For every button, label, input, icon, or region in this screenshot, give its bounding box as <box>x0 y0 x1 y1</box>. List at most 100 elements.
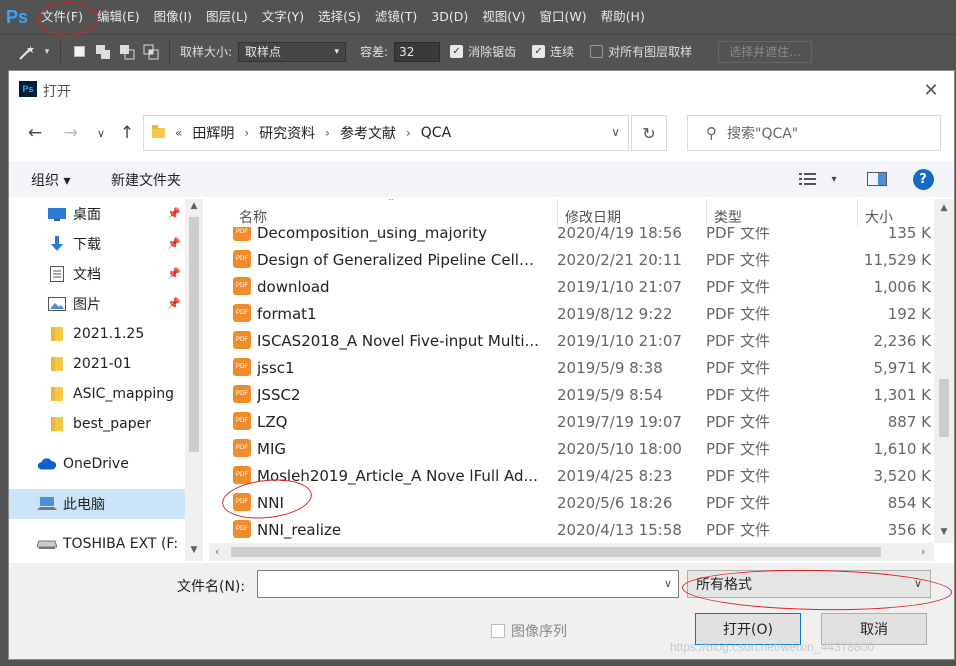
file-type: PDF 文件 <box>706 413 770 431</box>
image-sequence-checkbox[interactable]: 图像序列 <box>491 621 567 641</box>
menu-layer[interactable]: 图层(L) <box>199 0 255 34</box>
breadcrumb-item[interactable]: 田辉明 <box>192 123 234 143</box>
scroll-thumb[interactable] <box>939 379 949 437</box>
file-row[interactable]: PDF download 2019/1/10 21:07 PDF 文件 1,00… <box>209 273 934 300</box>
forward-arrow-icon[interactable]: → <box>59 121 83 145</box>
file-list-vertical-scrollbar[interactable]: ▲ ▼ <box>934 199 954 543</box>
nav-item-folder-2021-1-25[interactable]: 2021.1.25 <box>9 319 185 349</box>
address-bar[interactable]: « 田辉明 › 研究资料 › 参考文献 › QCA ∨ <box>143 115 629 151</box>
pin-icon[interactable]: 📌 <box>167 237 181 250</box>
back-arrow-icon[interactable]: ← <box>23 121 47 145</box>
nav-item-onedrive[interactable]: OneDrive <box>9 449 185 479</box>
sample-all-layers-checkbox[interactable]: 对所有图层取样 <box>590 43 692 60</box>
scroll-up-arrow-icon[interactable]: ▲ <box>934 203 954 213</box>
chevron-down-icon[interactable]: ∨ <box>664 577 672 590</box>
tolerance-input[interactable]: 32 <box>394 41 441 62</box>
file-row[interactable]: PDF MIG 2020/5/10 18:00 PDF 文件 1,610 K <box>209 435 934 462</box>
select-and-mask-button[interactable]: 选择并遮住... <box>718 40 812 63</box>
pin-icon[interactable]: 📌 <box>167 297 181 310</box>
column-divider[interactable] <box>557 199 558 227</box>
file-row[interactable]: PDF JSSC2 2019/5/9 8:54 PDF 文件 1,301 K <box>209 381 934 408</box>
breadcrumb-overflow[interactable]: « <box>175 126 182 140</box>
menu-window[interactable]: 窗口(W) <box>533 0 594 34</box>
filename-input[interactable]: ∨ <box>257 570 679 598</box>
breadcrumb-item[interactable]: 参考文献 <box>340 123 396 143</box>
scroll-down-arrow-icon[interactable]: ▼ <box>185 545 203 555</box>
nav-pane-scrollbar[interactable]: ▲ ▼ <box>185 199 203 561</box>
chevron-right-icon[interactable]: › <box>325 126 330 140</box>
breadcrumb-item[interactable]: 研究资料 <box>259 123 315 143</box>
nav-item-pictures[interactable]: 图片 📌 <box>9 289 185 319</box>
chevron-right-icon[interactable]: › <box>244 126 249 140</box>
scroll-up-arrow-icon[interactable]: ▲ <box>185 201 203 211</box>
file-type: PDF 文件 <box>706 494 770 512</box>
scroll-right-arrow-icon[interactable]: › <box>921 545 925 558</box>
menu-view[interactable]: 视图(V) <box>475 0 532 34</box>
column-size-header[interactable]: 大小 <box>865 207 893 227</box>
subtract-from-selection-icon[interactable] <box>118 43 136 61</box>
ps-menu: 文件(F) 编辑(E) 图像(I) 图层(L) 文字(Y) 选择(S) 滤镜(T… <box>34 0 652 34</box>
antialias-checkbox[interactable]: ✓ 消除锯齿 <box>450 43 516 60</box>
breadcrumb-item[interactable]: QCA <box>421 125 451 141</box>
scroll-thumb[interactable] <box>231 547 881 557</box>
refresh-icon[interactable]: ↻ <box>631 115 667 151</box>
help-icon[interactable]: ? <box>911 167 935 191</box>
file-row[interactable]: PDF Design of Generalized Pipeline Cellu… <box>209 246 934 273</box>
nav-item-this-pc[interactable]: 此电脑 <box>9 489 185 519</box>
file-row[interactable]: PDF format1 2019/8/12 9:22 PDF 文件 192 K <box>209 300 934 327</box>
nav-item-desktop[interactable]: 桌面 📌 <box>9 199 185 229</box>
file-list-horizontal-scrollbar[interactable]: ‹ › <box>209 543 934 561</box>
column-name-header[interactable]: 名称 <box>239 207 267 227</box>
menu-select[interactable]: 选择(S) <box>311 0 368 34</box>
nav-item-folder-asic-mapping[interactable]: ASIC_mapping <box>9 379 185 409</box>
pin-icon[interactable]: 📌 <box>167 207 181 220</box>
column-type-header[interactable]: 类型 <box>714 207 742 227</box>
menu-edit[interactable]: 编辑(E) <box>90 0 147 34</box>
file-row[interactable]: PDF ISCAS2018_A Novel Five-input Multi..… <box>209 327 934 354</box>
menu-3d[interactable]: 3D(D) <box>424 0 475 34</box>
file-row[interactable]: PDF Mosleh2019_Article_A Nove lFull Ad..… <box>209 462 934 489</box>
nav-item-folder-2021-01[interactable]: 2021-01 <box>9 349 185 379</box>
add-to-selection-icon[interactable] <box>94 43 112 61</box>
view-options-icon[interactable] <box>797 167 819 191</box>
pin-icon[interactable]: 📌 <box>167 267 181 280</box>
scroll-left-arrow-icon[interactable]: ‹ <box>215 545 219 558</box>
organize-button[interactable]: 组织 ▾ <box>31 170 70 190</box>
nav-item-folder-best-paper[interactable]: best_paper <box>9 409 185 439</box>
file-row[interactable]: PDF NNI_realize 2020/4/13 15:58 PDF 文件 3… <box>209 516 934 543</box>
sample-size-select[interactable]: 取样点 ▾ <box>238 41 347 62</box>
scroll-thumb[interactable] <box>189 217 199 452</box>
tool-preset-dropdown-icon[interactable]: ▾ <box>40 39 54 65</box>
file-row[interactable]: PDF jssc1 2019/5/9 8:38 PDF 文件 5,971 K <box>209 354 934 381</box>
close-icon[interactable]: ✕ <box>918 77 944 103</box>
magic-wand-icon[interactable] <box>14 39 40 65</box>
recent-locations-chevron-icon[interactable]: ∨ <box>89 121 113 145</box>
intersect-selection-icon[interactable] <box>142 43 160 61</box>
up-arrow-icon[interactable]: ↑ <box>115 121 139 145</box>
address-row: ← → ∨ ↑ « 田辉明 › 研究资料 › 参考文献 › QCA ∨ ↻ ⚲ … <box>9 113 954 153</box>
scroll-down-arrow-icon[interactable]: ▼ <box>934 527 954 537</box>
menu-help[interactable]: 帮助(H) <box>594 0 652 34</box>
menu-filter[interactable]: 滤镜(T) <box>368 0 424 34</box>
new-folder-button[interactable]: 新建文件夹 <box>111 170 181 190</box>
nav-item-downloads[interactable]: 下载 📌 <box>9 229 185 259</box>
column-divider[interactable] <box>857 199 858 227</box>
chevron-right-icon[interactable]: › <box>406 126 411 140</box>
nav-item-label: OneDrive <box>63 456 129 472</box>
chevron-down-icon[interactable]: ∨ <box>611 125 620 139</box>
column-date-header[interactable]: 修改日期 <box>565 207 621 227</box>
nav-item-documents[interactable]: 文档 📌 <box>9 259 185 289</box>
file-row[interactable]: PDF LZQ 2019/7/19 19:07 PDF 文件 887 K <box>209 408 934 435</box>
nav-item-toshiba-drive[interactable]: TOSHIBA EXT (F: <box>9 529 185 559</box>
view-dropdown-icon[interactable]: ▾ <box>827 167 841 191</box>
preview-pane-icon[interactable] <box>865 167 889 191</box>
menu-file[interactable]: 文件(F) <box>34 0 90 34</box>
menu-image[interactable]: 图像(I) <box>147 0 199 34</box>
contiguous-checkbox[interactable]: ✓ 连续 <box>532 43 574 60</box>
search-input[interactable]: ⚲ 搜索"QCA" <box>687 115 941 151</box>
menu-type[interactable]: 文字(Y) <box>255 0 311 34</box>
column-divider[interactable] <box>706 199 707 227</box>
file-row[interactable]: PDF NNI 2020/5/6 18:26 PDF 文件 854 K <box>209 489 934 516</box>
file-type-filter-select[interactable]: 所有格式 ∨ <box>687 570 931 598</box>
new-selection-icon[interactable] <box>70 43 88 61</box>
